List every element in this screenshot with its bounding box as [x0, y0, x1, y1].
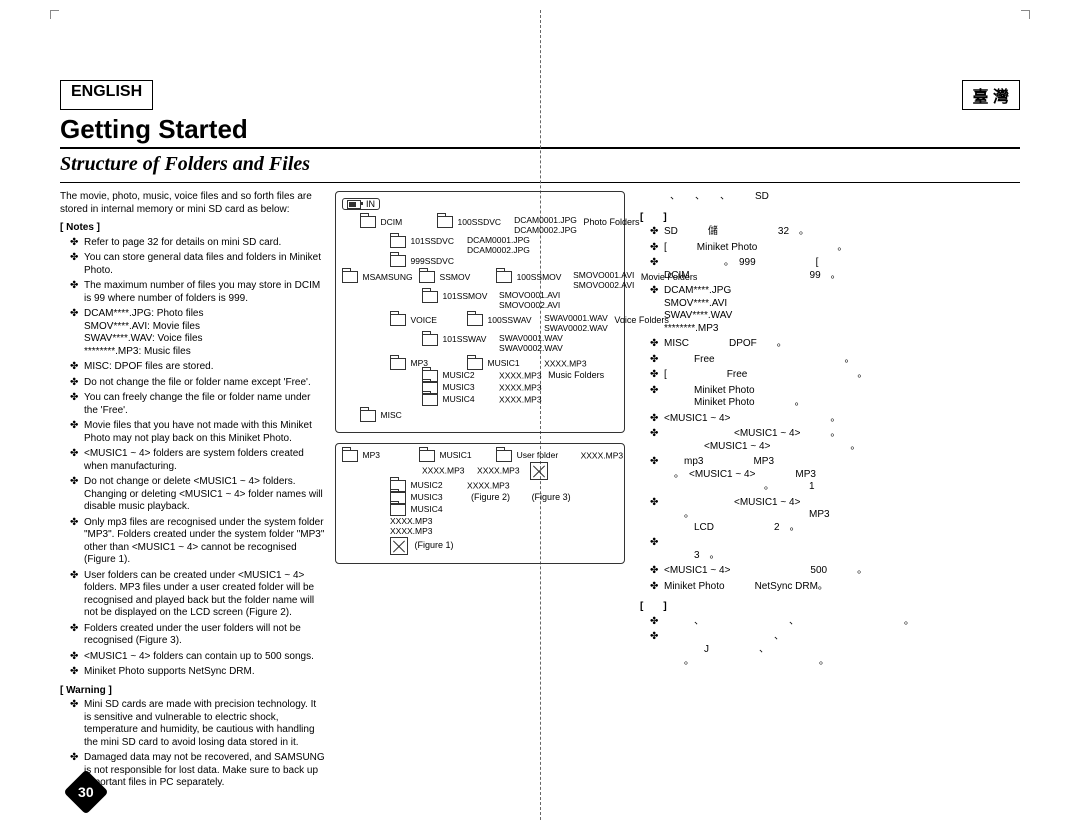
- list-item: SD 儲 32 。: [650, 226, 970, 239]
- notes-list: Refer to page 32 for details on mini SD …: [60, 237, 325, 679]
- list-item: Do not change or delete <MUSIC1 ~ 4> fol…: [70, 476, 325, 514]
- intro-text: The movie, photo, music, voice files and…: [60, 191, 325, 216]
- list-item: Miniket Photo Miniket Photo 。: [650, 385, 970, 410]
- invalid-icon: [390, 537, 408, 555]
- folder-icon: [496, 271, 512, 283]
- folder-icon: [467, 358, 483, 370]
- folder-icon: [422, 291, 438, 303]
- list-item: Refer to page 32 for details on mini SD …: [70, 237, 325, 250]
- list-item: mp3 MP3 。 <MUSIC1 ~ 4> MP3 。 1: [650, 456, 970, 494]
- folder-icon: [390, 236, 406, 248]
- list-item: <MUSIC1 ~ 4> 。: [650, 413, 970, 426]
- warning-list: Mini SD cards are made with precision te…: [60, 699, 325, 790]
- folder-icon: [390, 358, 406, 370]
- list-item: User folders can be created under <MUSIC…: [70, 570, 325, 620]
- list-item: <MUSIC1 ~ 4> 。 <MUSIC1 ~ 4> 。: [650, 428, 970, 453]
- list-item: Only mp3 files are recognised under the …: [70, 517, 325, 567]
- folder-icon: [419, 450, 435, 462]
- list-item: Folders created under the user folders w…: [70, 623, 325, 648]
- folder-icon: [496, 450, 512, 462]
- folder-icon: [342, 450, 358, 462]
- list-item: Mini SD cards are made with precision te…: [70, 699, 325, 749]
- folder-icon: [390, 255, 406, 267]
- list-item: <MUSIC1 ~ 4> 。 MP3 LCD 2 。: [650, 497, 970, 535]
- folder-icon: [342, 271, 358, 283]
- list-item: You can store general data files and fol…: [70, 252, 325, 277]
- notes-header: Notes: [60, 222, 325, 235]
- list-item: <MUSIC1 ~ 4> 500 。: [650, 565, 970, 578]
- folder-icon: [390, 314, 406, 326]
- list-item: <MUSIC1 ~ 4> folders are system folders …: [70, 448, 325, 473]
- list-item: DCAM****.JPG: Photo files SMOV****.AVI: …: [70, 308, 325, 358]
- mp3-folder-diagram: MP3 MUSIC1 User folder XXXX.MP3 XXXX.MP3…: [335, 443, 625, 565]
- folder-icon: [422, 394, 438, 406]
- folder-icon: [360, 216, 376, 228]
- list-item: Miniket Photo NetSync DRM。: [650, 581, 970, 594]
- lang-label-chinese: 臺 灣: [962, 80, 1020, 110]
- list-item: Miniket Photo supports NetSync DRM.: [70, 666, 325, 679]
- list-item: DCAM****.JPG SMOV****.AVI SWAV****.WAV *…: [650, 285, 970, 335]
- memory-badge: IN: [342, 198, 380, 210]
- folder-icon: [419, 271, 435, 283]
- diagram-column: IN DCIM 100SSDVC DCAM0001.JPG DCAM0002.J…: [335, 191, 625, 793]
- lang-label-english: ENGLISH: [60, 80, 153, 110]
- chinese-column: 、 、 、 SD [ ] SD 儲 32 。[ Miniket Photo 。 …: [640, 191, 970, 793]
- folder-structure-diagram: IN DCIM 100SSDVC DCAM0001.JPG DCAM0002.J…: [335, 191, 625, 433]
- list-item: 。 999 [ DCIM 99 。: [650, 257, 970, 282]
- list-item: 3 。: [650, 537, 970, 562]
- list-item: [ Miniket Photo 。: [650, 242, 970, 255]
- list-item: The maximum number of files you may stor…: [70, 280, 325, 305]
- list-item: Do not change the file or folder name ex…: [70, 377, 325, 390]
- folder-icon: [437, 216, 453, 228]
- folder-icon: [467, 314, 483, 326]
- list-item: <MUSIC1 ~ 4> folders can contain up to 5…: [70, 651, 325, 664]
- english-column: The movie, photo, music, voice files and…: [60, 191, 325, 793]
- list-item: [ Free 。: [650, 369, 970, 382]
- list-item: You can freely change the file or folder…: [70, 392, 325, 417]
- list-item: MISC: DPOF files are stored.: [70, 361, 325, 374]
- list-item: Free 。: [650, 354, 970, 367]
- list-item: Movie files that you have not made with …: [70, 420, 325, 445]
- invalid-icon: [530, 462, 548, 480]
- list-item: 、 、 。: [650, 616, 970, 629]
- folder-icon: [422, 334, 438, 346]
- folder-icon: [390, 504, 406, 516]
- list-item: Damaged data may not be recovered, and S…: [70, 752, 325, 790]
- list-item: MISC DPOF 。: [650, 338, 970, 351]
- list-item: 、 J 、 。 。: [650, 631, 970, 669]
- warning-header: Warning: [60, 685, 325, 698]
- folder-icon: [360, 410, 376, 422]
